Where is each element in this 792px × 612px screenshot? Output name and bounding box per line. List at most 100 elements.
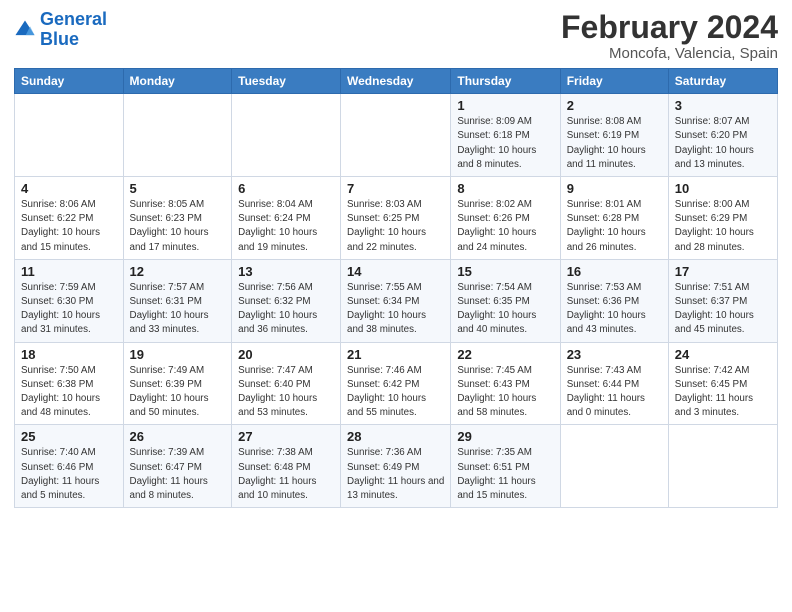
day-info: Sunrise: 7:35 AM Sunset: 6:51 PM Dayligh…	[457, 446, 553, 503]
calendar-header: SundayMondayTuesdayWednesdayThursdayFrid…	[15, 69, 778, 94]
day-number: 7	[347, 181, 444, 196]
day-cell: 14Sunrise: 7:55 AM Sunset: 6:34 PM Dayli…	[341, 259, 451, 342]
header-row: SundayMondayTuesdayWednesdayThursdayFrid…	[15, 69, 778, 94]
day-number: 16	[567, 264, 662, 279]
day-info: Sunrise: 7:55 AM Sunset: 6:34 PM Dayligh…	[347, 281, 444, 338]
day-cell: 10Sunrise: 8:00 AM Sunset: 6:29 PM Dayli…	[668, 177, 777, 260]
day-number: 9	[567, 181, 662, 196]
main-title: February 2024	[561, 10, 778, 45]
day-cell	[15, 94, 124, 177]
day-number: 29	[457, 429, 553, 444]
day-cell: 11Sunrise: 7:59 AM Sunset: 6:30 PM Dayli…	[15, 259, 124, 342]
header-cell-saturday: Saturday	[668, 69, 777, 94]
day-cell: 25 Sunrise: 7:40 AM Sunset: 6:46 PM Dayli…	[15, 425, 124, 508]
day-info: Sunrise: 8:01 AM Sunset: 6:28 PM Dayligh…	[567, 198, 662, 255]
day-info: Sunrise: 8:00 AM Sunset: 6:29 PM Dayligh…	[675, 198, 771, 255]
day-info: Sunrise: 7:57 AM Sunset: 6:31 PM Dayligh…	[130, 281, 226, 338]
day-number: 15	[457, 264, 553, 279]
day-cell: 23 Sunrise: 7:43 AM Sunset: 6:44 PM Dayli…	[560, 342, 668, 425]
header-cell-thursday: Thursday	[451, 69, 560, 94]
subtitle: Moncofa, Valencia, Spain	[561, 45, 778, 62]
day-cell: 2Sunrise: 8:08 AM Sunset: 6:19 PM Daylig…	[560, 94, 668, 177]
header-cell-wednesday: Wednesday	[341, 69, 451, 94]
day-number: 24	[675, 347, 771, 362]
day-info: Sunrise: 7:36 AM Sunset: 6:49 PM Dayligh…	[347, 446, 444, 503]
day-number: 6	[238, 181, 334, 196]
day-number: 4	[21, 181, 117, 196]
day-cell: 17 Sunrise: 7:51 AM Sunset: 6:37 PM Dayli…	[668, 259, 777, 342]
day-info: Sunrise: 7:51 AM Sunset: 6:37 PM Dayligh…	[675, 281, 771, 338]
calendar-table: SundayMondayTuesdayWednesdayThursdayFrid…	[14, 68, 778, 508]
day-info: Sunrise: 7:43 AM Sunset: 6:44 PM Dayligh…	[567, 364, 662, 421]
week-row-4: 25 Sunrise: 7:40 AM Sunset: 6:46 PM Dayli…	[15, 425, 778, 508]
day-info: Sunrise: 8:05 AM Sunset: 6:23 PM Dayligh…	[130, 198, 226, 255]
header: General Blue February 2024 Moncofa, Vale…	[14, 10, 778, 62]
day-cell: 5 Sunrise: 8:05 AM Sunset: 6:23 PM Daylig…	[123, 177, 232, 260]
day-cell: 7 Sunrise: 8:03 AM Sunset: 6:25 PM Daylig…	[341, 177, 451, 260]
day-number: 26	[130, 429, 226, 444]
day-info: Sunrise: 7:40 AM Sunset: 6:46 PM Dayligh…	[21, 446, 117, 503]
day-cell: 19 Sunrise: 7:49 AM Sunset: 6:39 PM Dayli…	[123, 342, 232, 425]
day-number: 20	[238, 347, 334, 362]
header-cell-friday: Friday	[560, 69, 668, 94]
day-info: Sunrise: 8:03 AM Sunset: 6:25 PM Dayligh…	[347, 198, 444, 255]
calendar-body: 1Sunrise: 8:09 AM Sunset: 6:18 PM Daylig…	[15, 94, 778, 508]
day-number: 28	[347, 429, 444, 444]
day-cell	[668, 425, 777, 508]
day-info: Sunrise: 7:50 AM Sunset: 6:38 PM Dayligh…	[21, 364, 117, 421]
day-info: Sunrise: 7:49 AM Sunset: 6:39 PM Dayligh…	[130, 364, 226, 421]
day-cell	[341, 94, 451, 177]
logo-line2: Blue	[40, 29, 79, 49]
week-row-1: 4 Sunrise: 8:06 AM Sunset: 6:22 PM Daylig…	[15, 177, 778, 260]
week-row-3: 18 Sunrise: 7:50 AM Sunset: 6:38 PM Dayli…	[15, 342, 778, 425]
day-cell: 12 Sunrise: 7:57 AM Sunset: 6:31 PM Dayli…	[123, 259, 232, 342]
day-info: Sunrise: 8:02 AM Sunset: 6:26 PM Dayligh…	[457, 198, 553, 255]
day-number: 27	[238, 429, 334, 444]
day-info: Sunrise: 7:42 AM Sunset: 6:45 PM Dayligh…	[675, 364, 771, 421]
day-info: Sunrise: 7:47 AM Sunset: 6:40 PM Dayligh…	[238, 364, 334, 421]
week-row-0: 1Sunrise: 8:09 AM Sunset: 6:18 PM Daylig…	[15, 94, 778, 177]
logo-icon	[14, 19, 36, 41]
day-info: Sunrise: 7:53 AM Sunset: 6:36 PM Dayligh…	[567, 281, 662, 338]
logo: General Blue	[14, 10, 107, 50]
day-info: Sunrise: 7:56 AM Sunset: 6:32 PM Dayligh…	[238, 281, 334, 338]
day-info: Sunrise: 8:07 AM Sunset: 6:20 PM Dayligh…	[675, 115, 771, 172]
day-cell: 3Sunrise: 8:07 AM Sunset: 6:20 PM Daylig…	[668, 94, 777, 177]
day-cell: 4 Sunrise: 8:06 AM Sunset: 6:22 PM Daylig…	[15, 177, 124, 260]
day-cell: 29 Sunrise: 7:35 AM Sunset: 6:51 PM Dayli…	[451, 425, 560, 508]
day-cell: 27 Sunrise: 7:38 AM Sunset: 6:48 PM Dayli…	[232, 425, 341, 508]
day-number: 5	[130, 181, 226, 196]
day-info: Sunrise: 8:04 AM Sunset: 6:24 PM Dayligh…	[238, 198, 334, 255]
day-cell: 22 Sunrise: 7:45 AM Sunset: 6:43 PM Dayli…	[451, 342, 560, 425]
day-number: 22	[457, 347, 553, 362]
day-info: Sunrise: 8:06 AM Sunset: 6:22 PM Dayligh…	[21, 198, 117, 255]
day-number: 19	[130, 347, 226, 362]
header-cell-monday: Monday	[123, 69, 232, 94]
day-info: Sunrise: 7:38 AM Sunset: 6:48 PM Dayligh…	[238, 446, 334, 503]
day-info: Sunrise: 7:45 AM Sunset: 6:43 PM Dayligh…	[457, 364, 553, 421]
day-number: 12	[130, 264, 226, 279]
day-info: Sunrise: 7:54 AM Sunset: 6:35 PM Dayligh…	[457, 281, 553, 338]
day-cell: 16 Sunrise: 7:53 AM Sunset: 6:36 PM Dayli…	[560, 259, 668, 342]
day-cell: 1Sunrise: 8:09 AM Sunset: 6:18 PM Daylig…	[451, 94, 560, 177]
logo-text: General Blue	[40, 10, 107, 50]
logo-line1: General	[40, 9, 107, 29]
day-cell	[560, 425, 668, 508]
day-number: 8	[457, 181, 553, 196]
day-cell: 26Sunrise: 7:39 AM Sunset: 6:47 PM Dayli…	[123, 425, 232, 508]
day-number: 25	[21, 429, 117, 444]
day-number: 18	[21, 347, 117, 362]
day-info: Sunrise: 7:46 AM Sunset: 6:42 PM Dayligh…	[347, 364, 444, 421]
day-cell: 20 Sunrise: 7:47 AM Sunset: 6:40 PM Dayli…	[232, 342, 341, 425]
day-number: 11	[21, 264, 117, 279]
day-number: 23	[567, 347, 662, 362]
day-info: Sunrise: 8:09 AM Sunset: 6:18 PM Dayligh…	[457, 115, 553, 172]
day-number: 17	[675, 264, 771, 279]
week-row-2: 11Sunrise: 7:59 AM Sunset: 6:30 PM Dayli…	[15, 259, 778, 342]
day-cell: 28 Sunrise: 7:36 AM Sunset: 6:49 PM Dayli…	[341, 425, 451, 508]
day-cell: 13 Sunrise: 7:56 AM Sunset: 6:32 PM Dayli…	[232, 259, 341, 342]
day-number: 13	[238, 264, 334, 279]
day-cell: 24 Sunrise: 7:42 AM Sunset: 6:45 PM Dayli…	[668, 342, 777, 425]
day-info: Sunrise: 8:08 AM Sunset: 6:19 PM Dayligh…	[567, 115, 662, 172]
day-cell: 9 Sunrise: 8:01 AM Sunset: 6:28 PM Daylig…	[560, 177, 668, 260]
